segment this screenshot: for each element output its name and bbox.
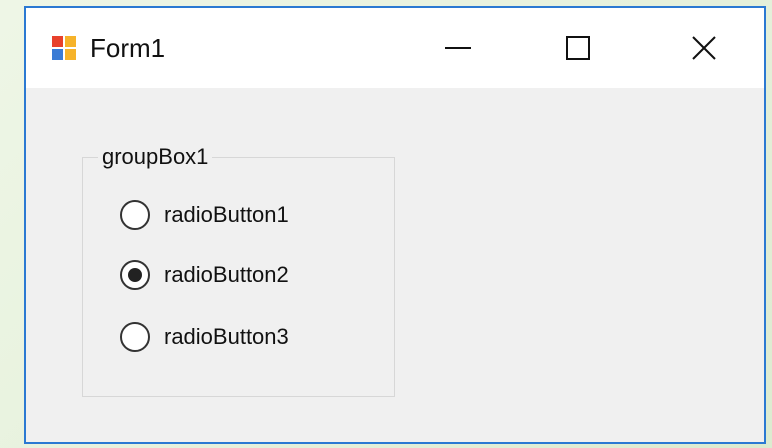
close-icon <box>692 36 716 60</box>
radio-button-label[interactable]: radioButton1 <box>164 200 289 230</box>
radio-selected-dot-icon <box>128 268 142 282</box>
radio-circle-icon[interactable] <box>120 200 150 230</box>
title-bar[interactable]: Form1 <box>26 8 764 88</box>
minimize-icon <box>445 47 471 49</box>
radio-button-3[interactable]: radioButton3 <box>120 320 360 354</box>
minimize-button[interactable] <box>426 22 490 74</box>
radio-circle-icon[interactable] <box>120 260 150 290</box>
groupbox-title: groupBox1 <box>98 144 213 170</box>
form-window: Form1 groupBox1 radioButton1 radioButton… <box>24 6 766 444</box>
radio-button-1[interactable]: radioButton1 <box>120 198 360 232</box>
radio-button-label[interactable]: radioButton3 <box>164 322 289 352</box>
window-title: Form1 <box>90 33 166 63</box>
radio-circle-icon[interactable] <box>120 322 150 352</box>
maximize-button[interactable] <box>546 22 610 74</box>
radio-button-2[interactable]: radioButton2 <box>120 258 360 292</box>
maximize-icon <box>566 36 590 60</box>
radio-button-label[interactable]: radioButton2 <box>164 260 289 290</box>
form-app-icon[interactable] <box>52 36 76 60</box>
close-button[interactable] <box>672 22 736 74</box>
